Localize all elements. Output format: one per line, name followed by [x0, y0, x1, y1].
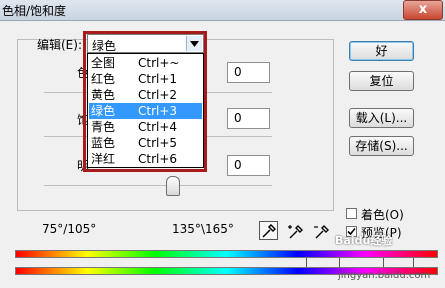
saturation-value-field[interactable]: 0 — [227, 108, 270, 129]
close-icon: x — [418, 2, 428, 17]
edit-label: 编辑(E): — [37, 38, 82, 52]
dropdown-item-magentas[interactable]: 洋红 Ctrl+6 — [89, 151, 202, 167]
channel-dropdown-list: 全图 Ctrl+~ 红色 Ctrl+1 黄色 Ctrl+2 绿色 Ctrl+3 … — [87, 53, 204, 168]
watermark-logo: Baidu经验 — [335, 234, 393, 247]
eyedropper-minus-icon — [313, 224, 329, 238]
close-button[interactable]: x — [403, 0, 443, 20]
dropdown-item-yellows[interactable]: 黄色 Ctrl+2 — [89, 87, 202, 103]
dropdown-item-reds[interactable]: 红色 Ctrl+1 — [89, 71, 202, 87]
save-button[interactable]: 存储(S)... — [349, 136, 414, 156]
dropdown-item-blues[interactable]: 蓝色 Ctrl+5 — [89, 135, 202, 151]
colorize-label: 着色(O) — [361, 208, 404, 222]
top-hue-spectrum — [15, 250, 438, 258]
dropdown-item-master[interactable]: 全图 Ctrl+~ — [89, 55, 202, 71]
watermark-url: jingyan.baidu.com — [338, 270, 431, 281]
eyedropper-subtract-button[interactable] — [311, 221, 330, 240]
eyedropper-button[interactable] — [259, 221, 278, 240]
hue-value-field[interactable]: 0 — [227, 62, 270, 83]
colorize-checkbox[interactable] — [346, 208, 357, 219]
lightness-slider-track[interactable] — [44, 185, 272, 186]
edit-channel-select[interactable]: 绿色 — [87, 34, 204, 53]
eyedropper-add-button[interactable] — [285, 221, 304, 240]
lightness-value-field[interactable]: 0 — [227, 155, 270, 176]
eyedropper-plus-icon — [287, 224, 303, 238]
lightness-slider-thumb[interactable] — [166, 176, 180, 196]
load-button[interactable]: 载入(L)... — [349, 108, 414, 128]
ok-button[interactable]: 好 — [349, 41, 414, 61]
range-left-readout: 75°/105° — [42, 222, 97, 236]
reset-button[interactable]: 复位 — [349, 71, 414, 91]
eyedropper-icon — [261, 223, 276, 238]
dropdown-item-cyans[interactable]: 青色 Ctrl+4 — [89, 119, 202, 135]
dropdown-item-greens[interactable]: 绿色 Ctrl+3 — [89, 103, 202, 119]
title-bar: 色相/饱和度 x — [0, 0, 445, 21]
chevron-down-icon — [186, 36, 202, 51]
edit-channel-value: 绿色 — [92, 39, 117, 53]
range-right-readout: 135°\165° — [172, 222, 234, 236]
window-title: 色相/饱和度 — [2, 4, 67, 18]
